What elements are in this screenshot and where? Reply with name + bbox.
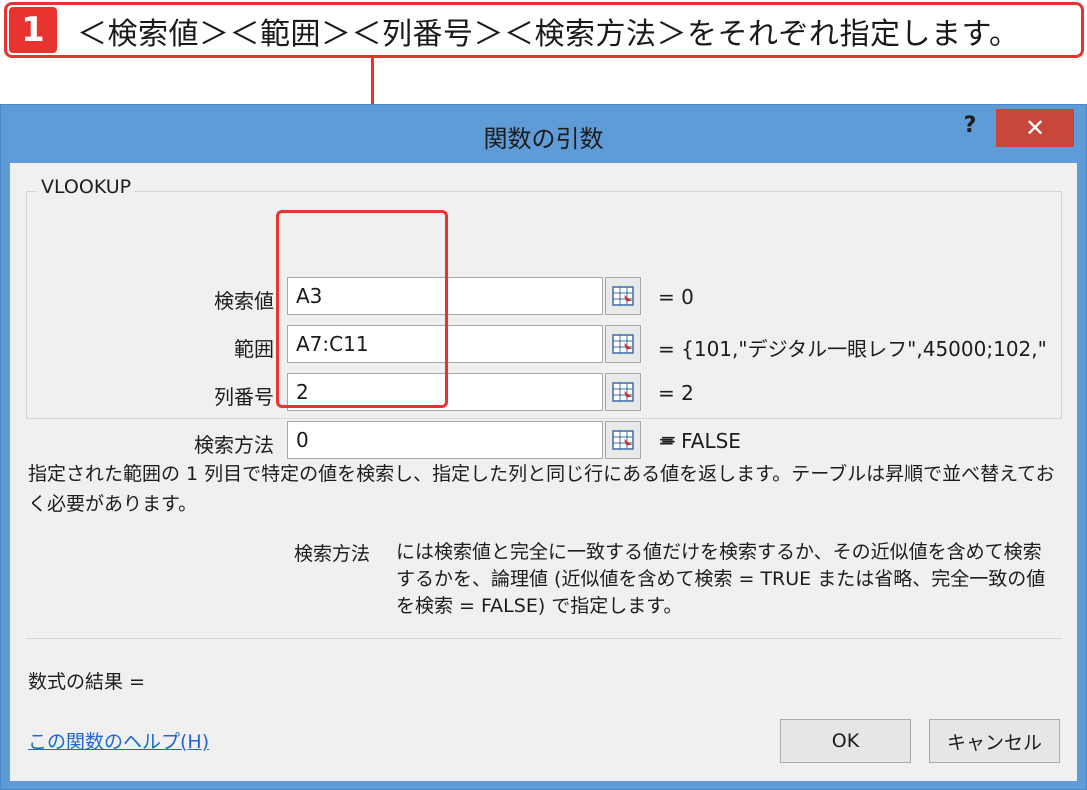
- step-number: 1: [9, 7, 57, 53]
- ok-button[interactable]: OK: [780, 719, 911, 763]
- arg-label-range-lookup: 検索方法: [194, 433, 274, 457]
- range-select-icon: [612, 334, 634, 354]
- range-select-button[interactable]: [605, 421, 641, 459]
- arg-label-table-array: 範囲: [234, 337, 274, 361]
- formula-result-label: 数式の結果 =: [28, 671, 145, 693]
- range-select-button[interactable]: [605, 325, 641, 363]
- function-help-link[interactable]: この関数のヘルプ(H): [28, 727, 209, 754]
- range-select-icon: [612, 430, 634, 450]
- dialog-titlebar: 関数の引数 ? ✕: [1, 105, 1086, 165]
- arg-input-range-lookup[interactable]: 0: [287, 421, 603, 459]
- range-select-button[interactable]: [605, 373, 641, 411]
- close-button[interactable]: ✕: [996, 109, 1074, 147]
- overall-result: =: [660, 427, 677, 451]
- instruction-callout: 1 ＜検索値＞＜範囲＞＜列番号＞＜検索方法＞をそれぞれ指定します。: [4, 2, 1084, 58]
- range-select-button[interactable]: [605, 277, 641, 315]
- arg-result-col-index: = 2: [658, 381, 694, 405]
- range-select-icon: [612, 286, 634, 306]
- help-button[interactable]: ?: [955, 113, 985, 143]
- input-highlight-frame: [276, 210, 448, 408]
- arg-label-col-index: 列番号: [214, 385, 274, 409]
- arg-label-lookup-value: 検索値: [214, 289, 274, 313]
- function-name: VLOOKUP: [37, 176, 136, 198]
- cancel-button[interactable]: キャンセル: [929, 719, 1060, 763]
- close-icon: ✕: [1024, 114, 1046, 142]
- arg-description-text: には検索値と完全に一致する値だけを検索するか、その近似値を含めて検索するかを、論…: [396, 541, 1046, 617]
- function-description: 指定された範囲の 1 列目で特定の値を検索し、指定した列と同じ行にある値を返しま…: [28, 463, 1055, 515]
- arg-result-table-array: = {101,"デジタル一眼レフ",45000;102,": [658, 337, 1047, 361]
- instruction-text: ＜検索値＞＜範囲＞＜列番号＞＜検索方法＞をそれぞれ指定します。: [77, 17, 1020, 52]
- dialog-body: VLOOKUP 検索値 A3 = 0 範囲 A7:C11 = {101,"デジタ…: [10, 163, 1077, 781]
- divider: [26, 638, 1062, 639]
- range-select-icon: [612, 382, 634, 402]
- function-arguments-dialog: 関数の引数 ? ✕ VLOOKUP 検索値 A3 = 0 範囲 A7:C11 =…: [0, 104, 1087, 790]
- arg-description-label: 検索方法: [294, 543, 371, 565]
- arg-result-lookup-value: = 0: [658, 285, 694, 309]
- dialog-title: 関数の引数: [483, 125, 604, 153]
